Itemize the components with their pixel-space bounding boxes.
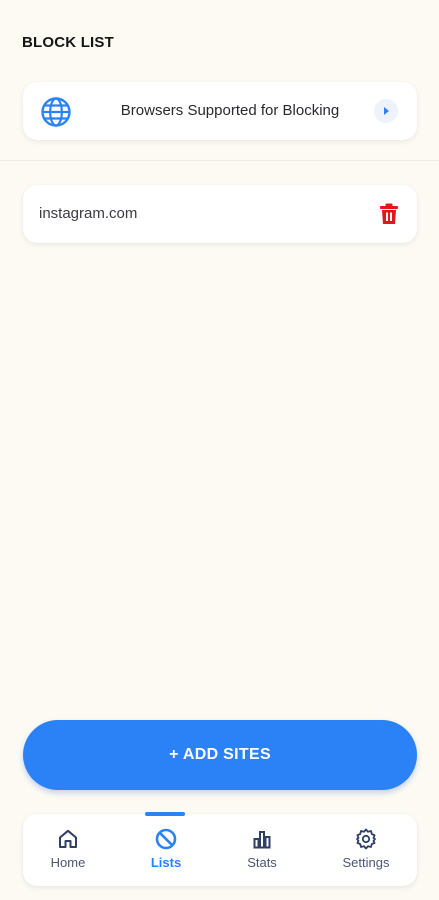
nav-item-stats[interactable]: Stats bbox=[217, 814, 307, 886]
browsers-expand-button[interactable] bbox=[374, 99, 398, 123]
nav-item-lists[interactable]: Lists bbox=[121, 812, 211, 886]
blocked-site-label: instagram.com bbox=[39, 205, 138, 222]
home-icon bbox=[59, 829, 77, 848]
globe-icon bbox=[41, 97, 71, 127]
bottom-nav: Home Lists Stats Settings bbox=[23, 812, 417, 886]
nav-label-home: Home bbox=[50, 855, 86, 870]
nav-label-settings: Settings bbox=[342, 855, 390, 870]
browsers-supported-card[interactable]: Browsers Supported for Blocking bbox=[23, 82, 417, 140]
trash-icon[interactable] bbox=[379, 203, 399, 225]
add-sites-button[interactable]: + ADD SITES bbox=[23, 720, 417, 790]
block-icon bbox=[155, 828, 177, 850]
list-item: instagram.com bbox=[23, 185, 417, 243]
nav-item-home[interactable]: Home bbox=[23, 814, 113, 886]
section-divider bbox=[0, 160, 439, 161]
nav-label-stats: Stats bbox=[247, 855, 277, 870]
nav-label-lists: Lists bbox=[150, 855, 182, 870]
active-tab-indicator bbox=[145, 812, 185, 816]
chevron-right-icon bbox=[384, 107, 389, 115]
browsers-supported-label: Browsers Supported for Blocking bbox=[120, 102, 340, 119]
page-title: BLOCK LIST bbox=[22, 34, 114, 51]
gear-icon bbox=[356, 828, 376, 850]
nav-item-settings[interactable]: Settings bbox=[321, 814, 411, 886]
bar-chart-icon bbox=[253, 831, 271, 849]
